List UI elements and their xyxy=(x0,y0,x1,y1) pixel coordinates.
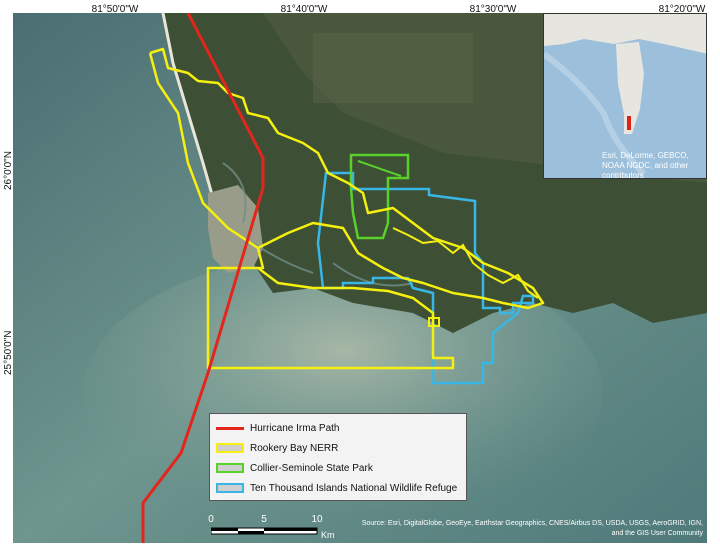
legend-label: Ten Thousand Islands National Wildlife R… xyxy=(250,482,458,494)
legend-item-collier: Collier-Seminole State Park xyxy=(216,460,373,476)
legend-item-irma: Hurricane Irma Path xyxy=(216,420,339,436)
inset-credit: Esri, DeLorme, GEBCO, NOAA NGDC, and oth… xyxy=(602,151,689,179)
legend-box-swatch xyxy=(216,483,244,493)
scale-unit: Km xyxy=(321,530,335,540)
scale-bar: 0 5 10 Km xyxy=(208,514,339,542)
legend-line-swatch xyxy=(216,426,244,430)
legend-label: Hurricane Irma Path xyxy=(250,422,340,434)
source-credits: Source: Esri, DigitalGlobe, GeoEye, Eart… xyxy=(361,520,703,537)
inset-locator-map[interactable]: Esri, DeLorme, GEBCO, NOAA NGDC, and oth… xyxy=(543,13,707,179)
legend-box-swatch xyxy=(216,443,244,453)
scale-label-0: 0 xyxy=(208,514,214,525)
legend-item-ten-thousand: Ten Thousand Islands National Wildlife R… xyxy=(216,480,457,496)
inset-study-area-marker xyxy=(627,116,631,130)
legend-label: Rookery Bay NERR xyxy=(250,442,339,454)
map-frame: 81°50'0"W 81°40'0"W 81°30'0"W 81°20'0"W … xyxy=(0,0,720,556)
legend-label: Collier-Seminole State Park xyxy=(250,462,373,474)
map-legend: Hurricane Irma Path Rookery Bay NERR Col… xyxy=(209,413,467,501)
developed-area xyxy=(313,33,473,103)
scale-label-5: 5 xyxy=(261,514,267,525)
scale-label-10: 10 xyxy=(311,514,323,525)
legend-box-swatch xyxy=(216,463,244,473)
scale-bar-graphic xyxy=(211,527,318,535)
legend-item-rookery: Rookery Bay NERR xyxy=(216,440,338,456)
